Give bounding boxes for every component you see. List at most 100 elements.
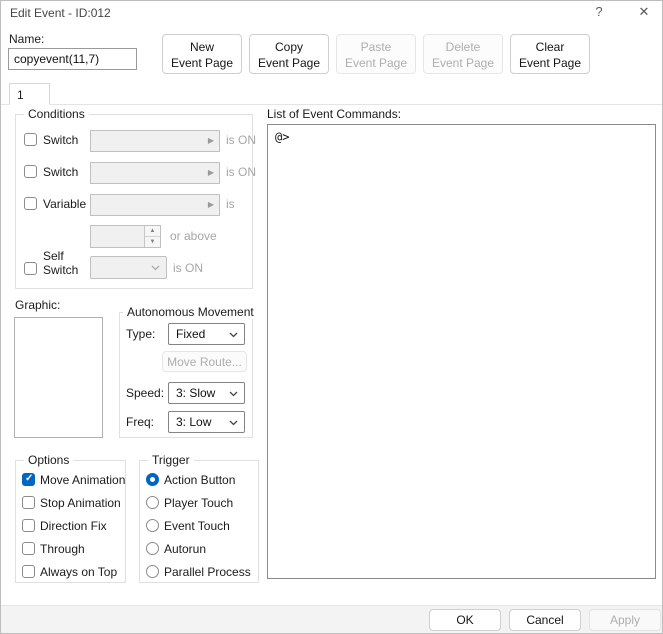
window-title: Edit Event - ID:012 — [10, 6, 111, 20]
options-group: Options Move Animation Stop Animation Di… — [15, 453, 126, 583]
variable-label: Variable — [43, 197, 87, 211]
parallel-process-label: Parallel Process — [164, 565, 251, 579]
variable-suffix: is — [226, 197, 235, 211]
move-animation-checkbox[interactable] — [22, 473, 35, 486]
commands-list-label: List of Event Commands: — [267, 107, 402, 121]
self-switch-suffix: is ON — [173, 261, 203, 275]
close-icon[interactable]: ✕ — [635, 4, 653, 22]
parallel-process-radio[interactable] — [146, 565, 159, 578]
switch2-selector[interactable]: ▶ — [90, 162, 220, 184]
button-label: Delete — [445, 40, 481, 54]
button-label: Clear — [535, 40, 565, 54]
delete-event-page-button[interactable]: Delete Event Page — [423, 34, 503, 74]
stop-animation-label: Stop Animation — [40, 496, 121, 510]
trigger-group: Trigger Action Button Player Touch Event… — [139, 453, 259, 583]
move-animation-label: Move Animation — [40, 473, 126, 487]
help-icon[interactable]: ? — [590, 4, 608, 22]
arrow-right-icon: ▶ — [207, 168, 214, 177]
switch2-label: Switch — [43, 165, 79, 179]
name-label: Name: — [9, 32, 45, 46]
cancel-button[interactable]: Cancel — [509, 609, 581, 631]
self-switch-dropdown[interactable] — [90, 256, 167, 279]
arrow-right-icon: ▶ — [207, 200, 214, 209]
button-label: Event Page — [344, 56, 408, 70]
graphic-picker-box[interactable] — [14, 317, 103, 438]
dropdown-value: 3: Slow — [176, 386, 216, 400]
button-label: New — [189, 40, 214, 54]
paste-event-page-button[interactable]: Paste Event Page — [336, 34, 416, 74]
button-label: Event Page — [518, 56, 582, 70]
conditions-title: Conditions — [24, 107, 89, 121]
variable-checkbox[interactable] — [24, 197, 37, 210]
self-switch-label: Self Switch — [43, 249, 78, 277]
direction-fix-label: Direction Fix — [40, 519, 107, 533]
switch2-checkbox[interactable] — [24, 165, 37, 178]
options-title: Options — [24, 453, 74, 467]
variable-selector[interactable]: ▶ — [90, 194, 220, 216]
titlebar: Edit Event - ID:012 ? ✕ — [1, 1, 662, 27]
event-commands-list[interactable]: @> — [267, 124, 656, 579]
ok-button[interactable]: OK — [429, 609, 501, 631]
spinner-buttons: ▲ ▼ — [144, 226, 160, 247]
action-button-label: Action Button — [164, 473, 236, 487]
clear-event-page-button[interactable]: Clear Event Page — [510, 34, 590, 74]
through-label: Through — [40, 542, 85, 556]
edit-event-dialog: Edit Event - ID:012 ? ✕ Name: New Event … — [0, 0, 663, 634]
arrow-right-icon: ▶ — [207, 136, 214, 145]
chevron-down-icon — [229, 420, 238, 426]
trigger-title: Trigger — [148, 453, 194, 467]
button-label: Event Page — [257, 56, 321, 70]
self-switch-label-line1: Self — [43, 249, 64, 263]
new-event-page-button[interactable]: New Event Page — [162, 34, 242, 74]
chevron-down-icon — [229, 391, 238, 397]
switch1-selector[interactable]: ▶ — [90, 130, 220, 152]
always-on-top-checkbox[interactable] — [22, 565, 35, 578]
switch1-suffix: is ON — [226, 133, 256, 147]
event-touch-label: Event Touch — [164, 519, 230, 533]
switch1-checkbox[interactable] — [24, 133, 37, 146]
variable-value-suffix: or above — [170, 229, 217, 243]
tab-page-1[interactable]: 1 — [9, 83, 50, 105]
type-label: Type: — [126, 327, 156, 341]
command-line[interactable]: @> — [268, 125, 655, 144]
player-touch-label: Player Touch — [164, 496, 234, 510]
movement-type-dropdown[interactable]: Fixed — [168, 323, 245, 345]
name-input[interactable] — [8, 48, 137, 70]
apply-button[interactable]: Apply — [589, 609, 661, 631]
dropdown-value: 3: Low — [176, 415, 212, 429]
button-label: Paste — [360, 40, 392, 54]
autonomous-movement-group: Autonomous Movement Type: Fixed Move Rou… — [119, 305, 258, 438]
spin-down-icon[interactable]: ▼ — [145, 236, 160, 247]
chevron-down-icon — [229, 332, 238, 338]
event-touch-radio[interactable] — [146, 519, 159, 532]
action-button-radio[interactable] — [146, 473, 159, 486]
always-on-top-label: Always on Top — [40, 565, 118, 579]
self-switch-checkbox[interactable] — [24, 262, 37, 275]
stop-animation-checkbox[interactable] — [22, 496, 35, 509]
button-label: Event Page — [431, 56, 495, 70]
freq-label: Freq: — [126, 415, 155, 429]
speed-label: Speed: — [126, 386, 165, 400]
autorun-label: Autorun — [164, 542, 207, 556]
movement-title: Autonomous Movement — [123, 305, 258, 319]
through-checkbox[interactable] — [22, 542, 35, 555]
spin-up-icon[interactable]: ▲ — [145, 226, 160, 237]
button-label: Event Page — [170, 56, 234, 70]
autorun-radio[interactable] — [146, 542, 159, 555]
dropdown-value: Fixed — [176, 327, 206, 341]
movement-freq-dropdown[interactable]: 3: Low — [168, 411, 245, 433]
tab-strip-divider — [1, 104, 662, 105]
switch1-label: Switch — [43, 133, 79, 147]
move-route-button[interactable]: Move Route... — [162, 351, 247, 372]
footer-bar: OK Cancel Apply — [1, 605, 662, 633]
chevron-down-icon — [151, 265, 160, 271]
copy-event-page-button[interactable]: Copy Event Page — [249, 34, 329, 74]
switch2-suffix: is ON — [226, 165, 256, 179]
button-label: Copy — [274, 40, 303, 54]
movement-speed-dropdown[interactable]: 3: Slow — [168, 382, 245, 404]
graphic-label: Graphic: — [15, 298, 61, 312]
self-switch-label-line2: Switch — [43, 263, 79, 277]
variable-value-spinner[interactable]: ▲ ▼ — [90, 225, 161, 248]
player-touch-radio[interactable] — [146, 496, 159, 509]
direction-fix-checkbox[interactable] — [22, 519, 35, 532]
